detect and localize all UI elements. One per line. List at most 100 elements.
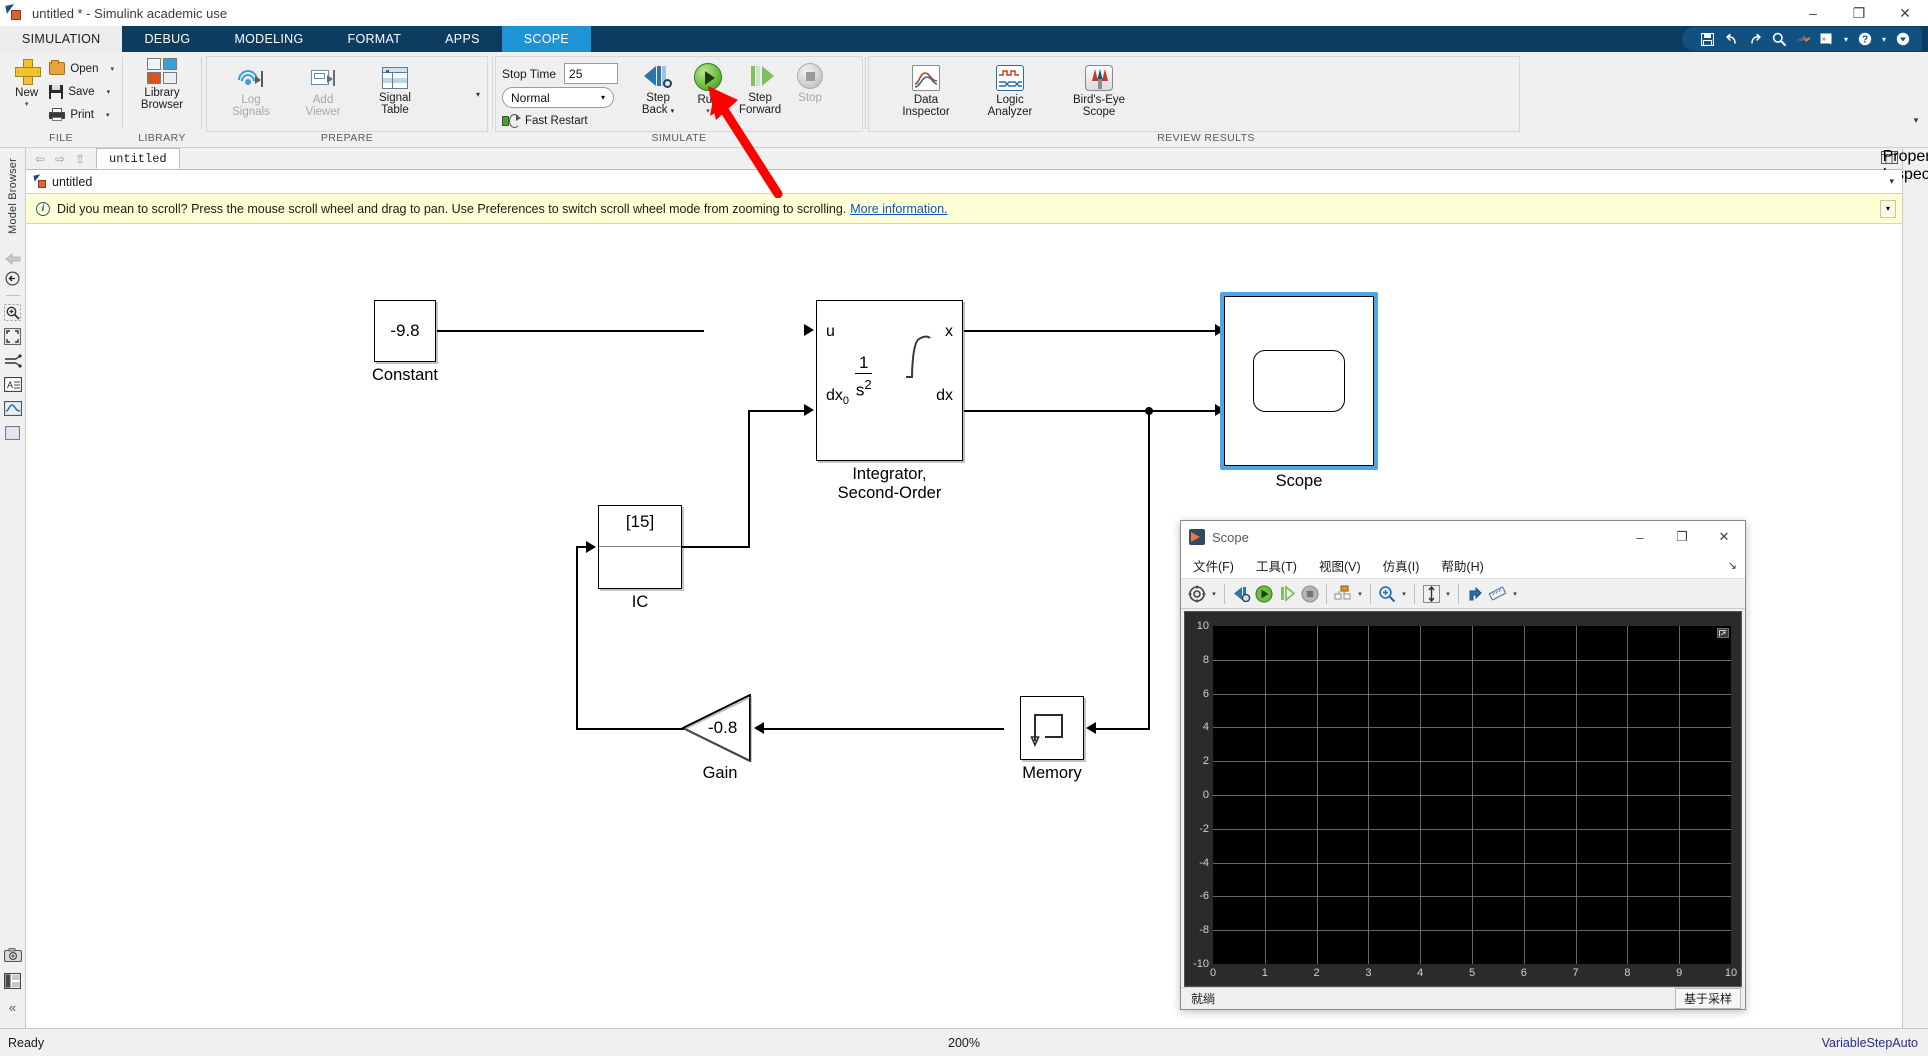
- step-back-button[interactable]: Step Back ▾: [632, 61, 684, 118]
- scope-undock-icon[interactable]: ↘: [1728, 559, 1737, 572]
- tab-format[interactable]: FORMAT: [326, 26, 424, 52]
- open-button[interactable]: Open ▾: [49, 57, 114, 80]
- annotation-icon[interactable]: A: [3, 373, 23, 397]
- chevron-down-icon-help[interactable]: ▾: [1878, 35, 1890, 44]
- ic-block[interactable]: [15] IC: [598, 505, 682, 589]
- new-button[interactable]: New ▾: [8, 56, 45, 108]
- birds-eye-scope-button[interactable]: Bird's-Eye Scope: [1059, 63, 1139, 118]
- layout-icon[interactable]: [1332, 582, 1354, 606]
- data-cursor-icon[interactable]: [1464, 582, 1486, 606]
- stop-button[interactable]: Stop: [788, 61, 832, 104]
- maximize-axes-icon[interactable]: [1717, 628, 1729, 638]
- tab-debug[interactable]: DEBUG: [122, 26, 212, 52]
- minimize-button[interactable]: –: [1790, 0, 1836, 26]
- help-icon[interactable]: ?: [1854, 29, 1876, 49]
- chevron-down-icon-autoscale[interactable]: ▾: [1443, 590, 1453, 598]
- nav-forward-button[interactable]: ⇨: [50, 149, 70, 169]
- logic-analyzer-button[interactable]: Logic Analyzer: [975, 63, 1045, 118]
- chevron-down-icon-breadcrumb[interactable]: ▾: [1889, 176, 1894, 187]
- add-viewer-button[interactable]: Add Viewer: [287, 65, 359, 118]
- scope-block[interactable]: Scope: [1224, 296, 1374, 466]
- chevron-down-icon-run[interactable]: ▾: [706, 107, 710, 115]
- step-forward-icon[interactable]: [1276, 582, 1298, 606]
- tab-simulation[interactable]: SIMULATION: [0, 26, 122, 52]
- layout-icon[interactable]: [3, 968, 23, 994]
- scope-preview-icon[interactable]: [3, 397, 23, 421]
- status-zoom-level[interactable]: 200%: [948, 1036, 980, 1050]
- breadcrumb-path[interactable]: untitled: [52, 175, 92, 189]
- save-icon[interactable]: [1696, 29, 1718, 49]
- memory-block[interactable]: Memory: [1020, 696, 1084, 760]
- undo-icon[interactable]: [1720, 29, 1742, 49]
- model-tab-untitled[interactable]: untitled: [96, 148, 180, 169]
- signal-routing-icon[interactable]: [3, 349, 23, 373]
- autoscale-icon[interactable]: [1420, 582, 1442, 606]
- fast-restart-button[interactable]: Fast Restart: [502, 111, 618, 130]
- chevron-down-icon-config[interactable]: ▾: [1209, 590, 1219, 598]
- scope-maximize-button[interactable]: ❐: [1661, 521, 1703, 553]
- print-button[interactable]: Print ▾: [49, 103, 114, 126]
- log-signals-button[interactable]: Log Signals: [215, 65, 287, 118]
- chevron-down-icon-print[interactable]: ▾: [106, 111, 110, 119]
- scope-menu-view[interactable]: 视图(V): [1319, 556, 1361, 575]
- matlab-icon[interactable]: [1792, 29, 1814, 49]
- close-button[interactable]: ✕: [1882, 0, 1928, 26]
- step-back-icon[interactable]: [1230, 582, 1252, 606]
- model-browser-label[interactable]: Model Browser: [7, 158, 19, 234]
- measurements-icon[interactable]: [1487, 582, 1509, 606]
- chevron-down-icon-layout[interactable]: ▾: [1355, 590, 1365, 598]
- navigate-up-icon[interactable]: [3, 268, 23, 290]
- search-icon[interactable]: [1768, 29, 1790, 49]
- customize-icon[interactable]: [1892, 29, 1914, 49]
- chevron-down-icon-measure[interactable]: ▾: [1510, 590, 1520, 598]
- scope-plot-area[interactable]: 1086420-2-4-6-8-10012345678910: [1184, 611, 1742, 987]
- chevron-down-icon-mode[interactable]: ▾: [601, 93, 605, 102]
- scope-minimize-button[interactable]: –: [1619, 521, 1661, 553]
- tab-apps[interactable]: APPS: [423, 26, 502, 52]
- scope-menu-simulation[interactable]: 仿真(I): [1383, 556, 1420, 575]
- chevron-down-icon-open[interactable]: ▾: [110, 65, 114, 73]
- config-properties-icon[interactable]: [1186, 582, 1208, 606]
- scope-window[interactable]: Scope – ❐ ✕ 文件(F) 工具(T) 视图(V) 仿真(I) 帮助(H…: [1180, 520, 1746, 1010]
- gain-block[interactable]: -0.8 Gain: [682, 694, 752, 762]
- integrator-block[interactable]: u dx0 x dx 1 s2 Integrator,Second-Order: [816, 300, 963, 461]
- more-information-link[interactable]: More information.: [850, 202, 947, 216]
- blank-block-icon[interactable]: [3, 421, 23, 445]
- notice-dropdown-button[interactable]: ▾: [1880, 200, 1896, 218]
- constant-block[interactable]: -9.8 Constant: [374, 300, 436, 362]
- run-button[interactable]: Run ▾: [684, 61, 732, 115]
- camera-icon[interactable]: [3, 942, 23, 968]
- scope-axes[interactable]: 1086420-2-4-6-8-10012345678910: [1213, 626, 1731, 964]
- chevron-down-icon[interactable]: ▾: [1840, 35, 1852, 44]
- scope-menu-tools[interactable]: 工具(T): [1256, 556, 1297, 575]
- scope-close-button[interactable]: ✕: [1703, 521, 1745, 553]
- collapse-icon[interactable]: «: [3, 994, 23, 1020]
- command-window-icon[interactable]: »: [1816, 29, 1838, 49]
- nav-up-button[interactable]: ⇧: [70, 149, 90, 169]
- tab-modeling[interactable]: MODELING: [212, 26, 325, 52]
- stop-icon[interactable]: [1299, 582, 1321, 606]
- signal-table-button[interactable]: Signal Table: [359, 65, 431, 116]
- simulation-mode-select[interactable]: Normal ▾: [502, 87, 614, 108]
- nav-back-button[interactable]: ⇦: [30, 149, 50, 169]
- save-button[interactable]: Save ▾: [49, 80, 114, 103]
- back-arrow-icon[interactable]: [3, 250, 23, 268]
- chevron-down-icon-save[interactable]: ▾: [107, 88, 111, 96]
- run-icon[interactable]: [1253, 582, 1275, 606]
- fit-to-view-icon[interactable]: [3, 325, 23, 349]
- scope-menu-file[interactable]: 文件(F): [1193, 556, 1234, 575]
- chevron-down-icon-zoom[interactable]: ▾: [1399, 590, 1409, 598]
- status-solver[interactable]: VariableStepAuto: [1822, 1036, 1918, 1050]
- library-browser-button[interactable]: Library Browser: [131, 56, 193, 111]
- zoom-in-region-icon[interactable]: [3, 301, 23, 325]
- chevron-down-icon[interactable]: ▾: [25, 100, 29, 108]
- zoom-in-icon[interactable]: [1376, 582, 1398, 606]
- scope-menu-help[interactable]: 帮助(H): [1441, 556, 1483, 575]
- tab-scope[interactable]: SCOPE: [502, 26, 591, 52]
- stop-time-input[interactable]: [564, 63, 618, 84]
- data-inspector-button[interactable]: Data Inspector: [891, 63, 961, 118]
- maximize-button[interactable]: ❐: [1836, 0, 1882, 26]
- prepare-group-expand[interactable]: ▾: [471, 85, 485, 103]
- step-forward-button[interactable]: Step Forward: [732, 61, 788, 116]
- ribbon-collapse-button[interactable]: ▾: [1908, 113, 1924, 127]
